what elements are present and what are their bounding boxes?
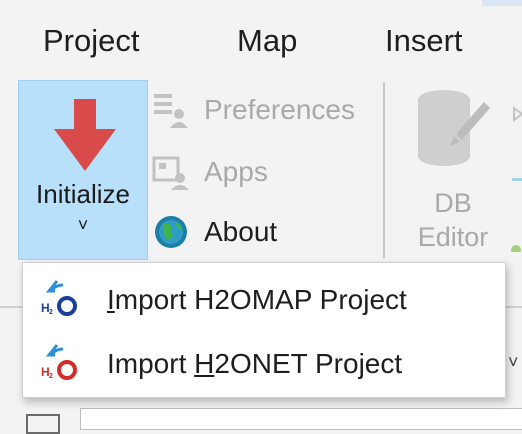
apps-icon [152,156,189,190]
svg-text:2: 2 [49,373,53,380]
chevron-down-icon: ˅ [77,215,89,235]
initialize-dropdown-menu: H 2 Import H2OMAP Project H 2 Import H2O… [22,262,506,398]
preferences-button[interactable]: Preferences [152,90,372,130]
partial-tool-icon [511,106,522,252]
down-arrow-icon [54,99,116,171]
globe-icon [155,216,187,248]
apps-label: Apps [204,156,268,187]
combo-chevron-icon[interactable]: ˅ [508,352,519,373]
title-bar-strip [0,0,522,12]
panel-checkbox[interactable] [26,414,60,434]
about-label: About [204,216,278,247]
import-h2omap-label: Import H2OMAP Project [107,284,407,315]
menu-item-import-h2omap[interactable]: H 2 Import H2OMAP Project [23,269,505,329]
title-bar-accent [482,0,522,6]
h2omap-import-icon: H 2 [41,280,77,316]
ribbon-separator [383,82,385,258]
tab-insert[interactable]: Insert [385,18,463,64]
h2onet-import-icon: H 2 [41,344,77,380]
ribbon: Initialize ˅ Preferences Apps About DB E… [0,72,522,268]
about-button[interactable]: About [152,212,372,252]
db-editor-icon [418,90,490,166]
menu-item-import-h2onet[interactable]: H 2 Import H2ONET Project [23,333,505,393]
svg-text:2: 2 [49,309,53,316]
tab-project[interactable]: Project [43,18,139,64]
db-editor-button[interactable]: DB Editor [398,86,508,258]
tab-map[interactable]: Map [237,18,297,64]
initialize-button[interactable]: Initialize ˅ [18,80,148,260]
preferences-label: Preferences [204,94,355,125]
apps-button[interactable]: Apps [152,152,372,192]
menu-tabs: Project Map Insert [0,18,522,66]
db-editor-label: DB Editor [417,188,489,252]
bottom-input-field[interactable] [80,408,522,430]
initialize-label: Initialize [36,179,130,209]
import-h2onet-label: Import H2ONET Project [107,348,403,379]
preferences-icon [154,94,188,128]
